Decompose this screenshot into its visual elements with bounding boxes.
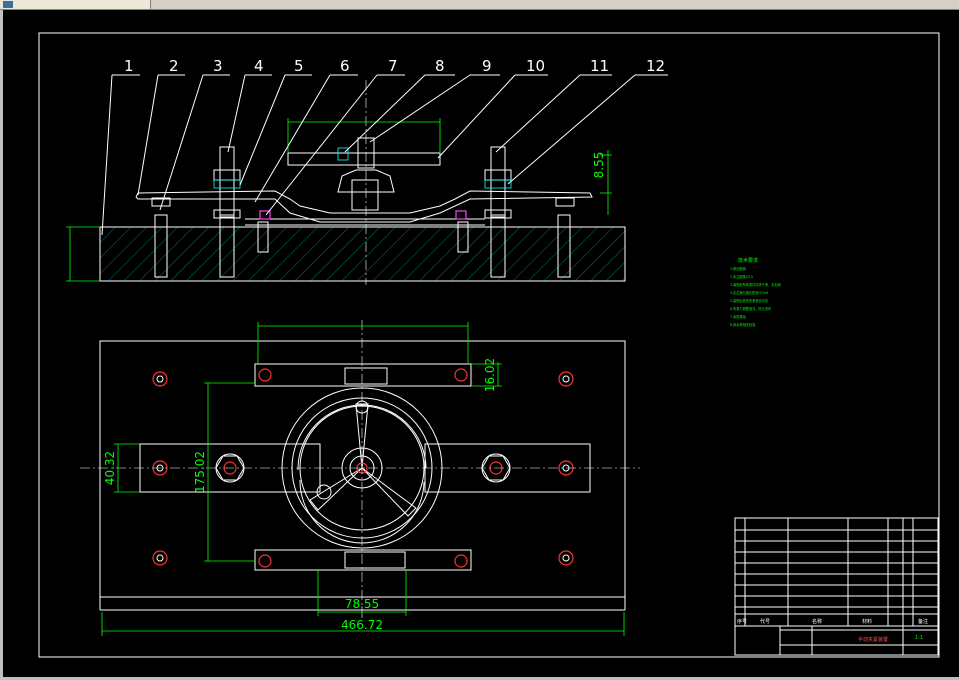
left-stud-assembly <box>151 146 241 219</box>
clamp-arms <box>135 190 593 223</box>
notes-line-7: 7.涂防锈油 <box>730 314 746 319</box>
tb-scale: 1:1 <box>915 635 923 641</box>
plan-top-bar <box>254 363 472 387</box>
tb-title: 手动夹紧装置 <box>858 636 888 643</box>
cad-drawing-canvas[interactable]: 8.55 1 2 3 4 5 6 7 8 9 10 11 12 16.02 17… <box>0 0 959 680</box>
right-stud-assembly <box>484 146 575 219</box>
right-spring <box>455 210 467 220</box>
callout-12: 12 <box>646 57 665 75</box>
notes-line-5: 5.装配后检查夹紧是否可靠 <box>730 298 769 303</box>
tb-header-material: 材料 <box>862 618 872 625</box>
callout-9: 9 <box>482 57 492 75</box>
plan-bottom-bar <box>254 549 472 571</box>
plan-view: 16.02 175.02 40.32 78.55 466.72 <box>80 320 640 636</box>
notes-title: 技术要求 <box>738 257 758 264</box>
dim-right-height-label: 8.55 <box>592 152 606 179</box>
callout-1: 1 <box>124 57 134 75</box>
spoke-2 <box>361 467 417 517</box>
tb-header-name: 名称 <box>812 618 822 625</box>
dim-pad-height-label: 16.02 <box>483 358 497 392</box>
callout-3: 3 <box>213 57 223 75</box>
notes-line-2: 2.未注倒角C0.5 <box>730 274 753 279</box>
callout-6: 6 <box>340 57 350 75</box>
callout-2: 2 <box>169 57 179 75</box>
callout-7: 7 <box>388 57 398 75</box>
technical-notes: 技术要求 1.锐边倒钝 2.未注倒角C0.5 3.装配前所有零件清洗干净，去毛刺… <box>730 257 781 327</box>
callout-10: 10 <box>526 57 545 75</box>
tb-header-remark: 备注 <box>918 618 928 625</box>
notes-line-6: 6.夹紧力调整适当，防止变形 <box>730 306 772 311</box>
notes-line-3: 3.装配前所有零件清洗干净，去毛刺 <box>730 282 781 287</box>
dim-bar-height-label: 40.32 <box>103 451 117 485</box>
notes-line-8: 8.其余按相关标准 <box>730 322 756 327</box>
notes-line-4: 4.定位销与销孔配合H7/n6 <box>730 290 768 295</box>
callout-8: 8 <box>435 57 445 75</box>
dim-total-width-label: 466.72 <box>341 618 383 632</box>
callout-11: 11 <box>590 57 609 75</box>
dim-plan-height-label: 175.02 <box>193 451 207 493</box>
tb-header-no: 序号 <box>737 618 747 625</box>
tb-header-code: 代号 <box>760 618 770 625</box>
notes-line-1: 1.锐边倒钝 <box>730 266 747 271</box>
title-block: 序号 代号 名称 材料 备注 手动夹紧装置 1:1 <box>734 517 939 656</box>
base-plate-section <box>99 226 626 282</box>
callout-5: 5 <box>294 57 304 75</box>
callout-4: 4 <box>254 57 264 75</box>
dim-center-width-label: 78.55 <box>345 597 379 611</box>
part-callouts: 1 2 3 4 5 6 7 8 9 10 11 12 <box>101 57 668 236</box>
